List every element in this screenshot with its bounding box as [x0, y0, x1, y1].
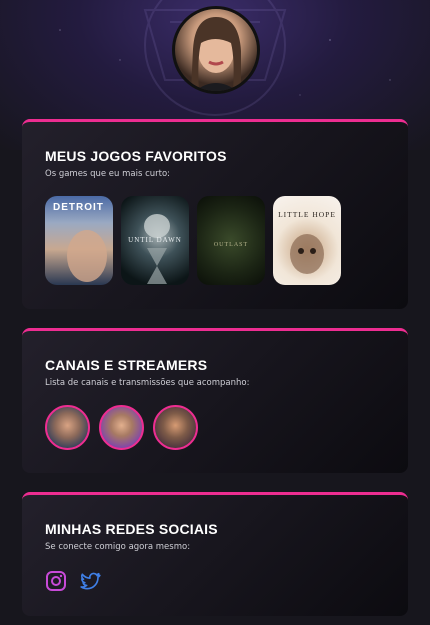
game-title: UNTIL DAWN [128, 236, 182, 244]
profile-avatar [172, 6, 260, 94]
twitter-icon[interactable] [79, 570, 101, 592]
social-links [45, 570, 385, 592]
social-section: MINHAS REDES SOCIAIS Se conecte comigo a… [22, 492, 408, 616]
streamers-list [45, 405, 385, 450]
game-title: OUTLAST [213, 242, 249, 248]
games-subtitle: Os games que eu mais curto: [45, 169, 171, 179]
games-section: MEUS JOGOS FAVORITOS Os games que eu mai… [22, 119, 408, 309]
game-until-dawn[interactable]: UNTIL DAWN [121, 196, 189, 285]
social-title: MINHAS REDES SOCIAIS [45, 521, 218, 537]
streamers-title: CANAIS E STREAMERS [45, 357, 208, 373]
game-little-hope[interactable]: LITTLE HOPE [273, 196, 341, 285]
game-outlast[interactable]: OUTLAST [197, 196, 265, 285]
games-title: MEUS JOGOS FAVORITOS [45, 148, 227, 164]
games-list: DETROIT UNTIL DAWN OUTLAST LITTLE HOPE [45, 196, 385, 285]
game-detroit[interactable]: DETROIT [45, 196, 113, 285]
streamer-avatar-1[interactable] [45, 405, 90, 450]
social-subtitle: Se conecte comigo agora mesmo: [45, 542, 191, 552]
streamers-subtitle: Lista de canais e transmissões que acomp… [45, 378, 250, 388]
streamers-section: CANAIS E STREAMERS Lista de canais e tra… [22, 328, 408, 473]
streamer-avatar-3[interactable] [153, 405, 198, 450]
instagram-icon[interactable] [45, 570, 67, 592]
streamer-avatar-2[interactable] [99, 405, 144, 450]
